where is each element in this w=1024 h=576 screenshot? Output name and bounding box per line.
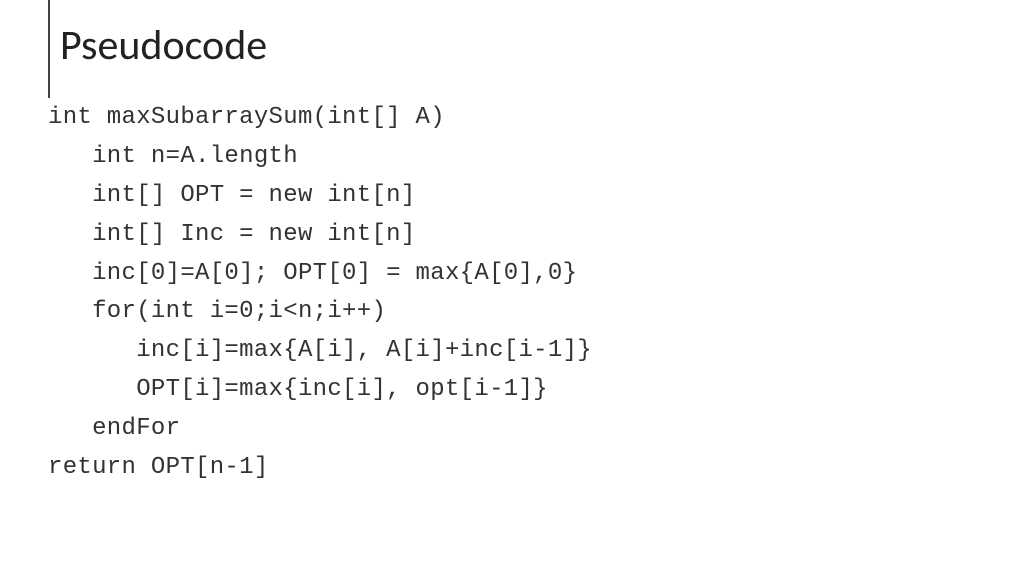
code-line-7: inc[i]=max{A[i], A[i]+inc[i-1]} [48,337,592,364]
code-line-2: int n=A.length [48,143,298,170]
title-accent-bar [48,0,50,98]
code-line-10: return OPT[n-1] [48,454,269,481]
code-line-3: int[] OPT = new int[n] [48,182,416,209]
code-line-5: inc[0]=A[0]; OPT[0] = max{A[0],0} [48,260,577,287]
title-wrapper: Pseudocode [48,20,976,71]
code-line-8: OPT[i]=max{inc[i], opt[i-1]} [48,376,548,403]
slide-title: Pseudocode [60,20,976,71]
code-line-9: endFor [48,415,180,442]
slide-container: Pseudocode int maxSubarraySum(int[] A) i… [0,0,1024,508]
code-line-4: int[] Inc = new int[n] [48,221,416,248]
code-line-1: int maxSubarraySum(int[] A) [48,104,445,131]
pseudocode-block: int maxSubarraySum(int[] A) int n=A.leng… [48,99,976,488]
code-line-6: for(int i=0;i<n;i++) [48,298,386,325]
